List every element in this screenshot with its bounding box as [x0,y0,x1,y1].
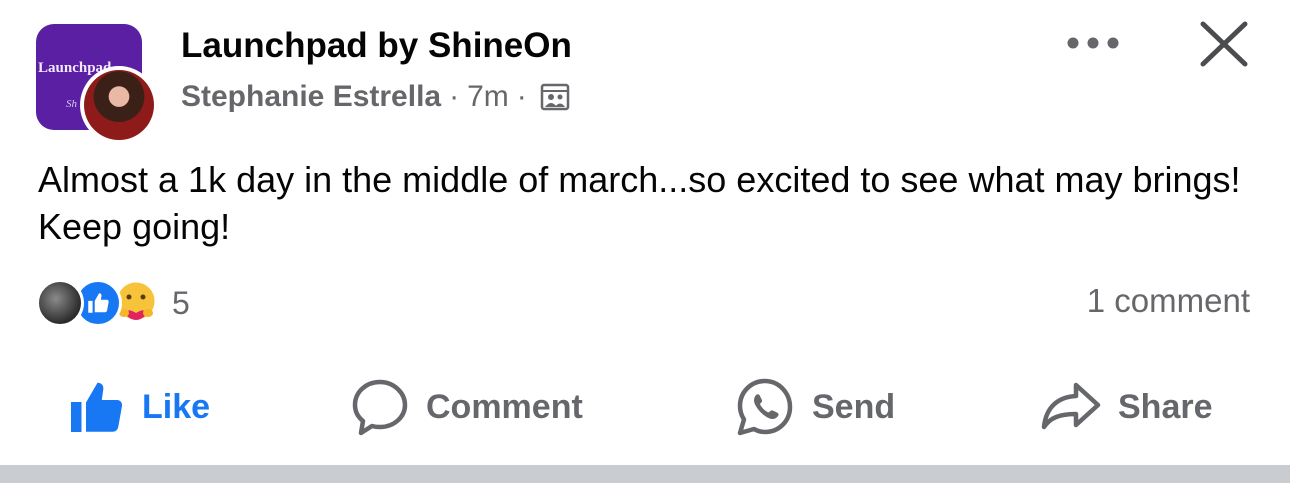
reactor-avatar [36,279,84,327]
author-avatar-image [84,70,154,140]
thumbs-up-icon [71,382,123,432]
messenger-whatsapp-icon [737,378,793,436]
author-name-link[interactable]: Stephanie Estrella [181,80,441,114]
send-button-label: Send [812,387,896,426]
group-name-link[interactable]: Launchpad by ShineOn [181,26,572,66]
close-icon[interactable] [1198,20,1250,68]
meta-separator: · [449,80,460,113]
group-audience-icon [540,83,570,111]
share-button-label: Share [1118,387,1213,426]
post-body-text: Almost a 1k day in the middle of march..… [38,159,1241,247]
comment-button-label: Comment [426,387,583,426]
like-button-label: Like [142,387,211,426]
post-meta: Stephanie Estrella · 7m · [181,80,571,114]
send-button[interactable]: Send [734,372,895,442]
comment-button[interactable]: Comment [350,372,583,442]
post-timestamp[interactable]: 7m [467,80,509,114]
action-bar: Like Comment Send Share [0,372,1290,442]
comment-bubble-icon [352,379,408,436]
section-divider [0,465,1290,483]
group-avatar-sublabel: Sh [66,98,77,110]
comment-count-link[interactable]: 1 comment [1087,282,1250,320]
share-arrow-icon [1041,382,1101,430]
more-dots-icon[interactable] [1063,26,1123,60]
share-button[interactable]: Share [1040,372,1213,442]
reaction-count: 5 [172,284,190,321]
post-card: Launchpad Sh Launchpad by ShineOn Stepha… [0,0,1290,483]
like-button[interactable]: Like [66,372,210,442]
meta-separator: · [516,80,527,113]
reactions-summary[interactable]: 5 [36,278,190,328]
author-avatar[interactable] [80,66,158,144]
